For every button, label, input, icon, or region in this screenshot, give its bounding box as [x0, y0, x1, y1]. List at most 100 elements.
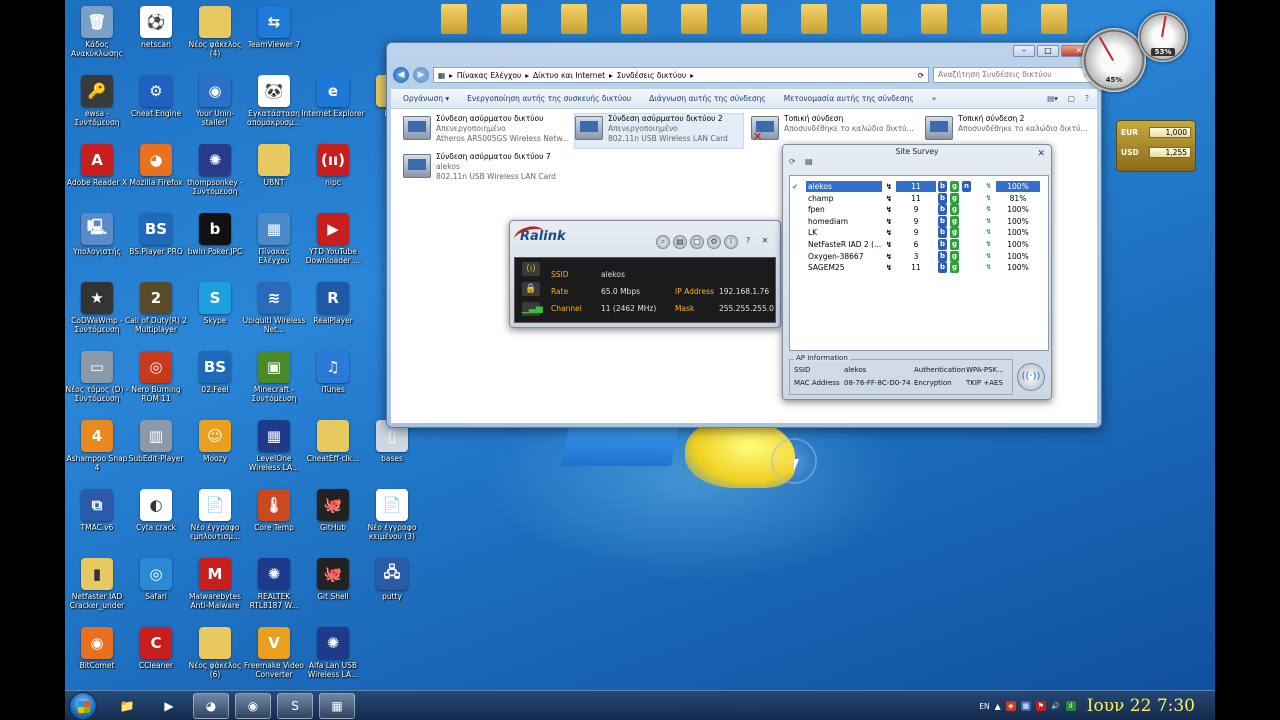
wireless-tray-icon[interactable]: ıl — [1065, 701, 1076, 711]
folder-icon[interactable] — [561, 4, 587, 34]
desktop-icon[interactable]: 📄 Νέο έγγραφο εμπλουτισμ... — [183, 485, 247, 551]
volume-icon[interactable]: 🔊 — [1051, 701, 1061, 711]
desktop-icon[interactable]: ⧉ TMAC v6 — [65, 485, 129, 551]
desktop-icon[interactable]: ◉ Your Unin-staller! — [183, 71, 247, 137]
refresh-icon[interactable]: ⟳ — [789, 157, 801, 168]
ralink-utility-window[interactable]: Ralink ⌕ ▤ ▢ ⚙ i ? ✕ (ı) 🔒 ▁▃▅ SSID alek… — [509, 220, 781, 328]
desktop-icon[interactable]: 🗑 Κάδος Ανακύκλωσης — [65, 2, 129, 68]
desktop-icon[interactable]: e Internet Explorer — [301, 71, 365, 137]
taskbar-firefox-button[interactable]: ◕ — [193, 693, 229, 719]
language-indicator[interactable]: EN — [979, 702, 989, 711]
address-bar[interactable]: ▦ ▸ Πίνακας Ελέγχου ▸ Δίκτυο και Interne… — [433, 67, 929, 83]
folder-icon[interactable] — [441, 4, 467, 34]
desktop-icon[interactable]: ✺ thompsonkey - Συντόμευση — [183, 140, 247, 206]
network-row[interactable]: ✔ alekos ↯ 11 b g n ↯ 100% — [790, 181, 1048, 192]
desktop-icon[interactable]: 🐙 Git Shell — [301, 554, 365, 620]
maximize-button[interactable]: □ — [1037, 45, 1059, 57]
desktop-icon[interactable]: b bwin Poker.JPC — [183, 209, 247, 275]
taskbar-chrome-button[interactable]: ◉ — [235, 693, 271, 719]
desktop-icon[interactable]: A Adobe Reader X — [65, 140, 129, 206]
folder-icon[interactable] — [621, 4, 647, 34]
help-icon[interactable]: ? — [1085, 94, 1089, 103]
desktop-icon[interactable]: 🔑 ewsa - Συντόμευση — [65, 71, 129, 137]
back-button[interactable]: ◀ — [393, 67, 409, 83]
clock[interactable]: Ιουν 22 7:30 — [1087, 696, 1195, 716]
taskbar-explorer-button[interactable]: 📁 — [109, 693, 145, 719]
desktop-icon[interactable]: BS 02.Feel — [183, 347, 247, 413]
desktop-icon[interactable]: M Malwarebytes Anti-Malware — [183, 554, 247, 620]
action-center-icon[interactable]: ⚑ — [1035, 701, 1046, 711]
desktop-icon[interactable]: ▮ Netfaster IAD Cracker_under — [65, 554, 129, 620]
desktop-icon[interactable]: ▶ YTD YouTube Downloader ... — [301, 209, 365, 275]
desktop-icon[interactable]: 4 Ashampoo Snap 4 — [65, 416, 129, 482]
desktop-icon[interactable]: ✺ Alfa Lan USB Wireless LA... — [301, 623, 365, 689]
desktop-icon[interactable]: ▦ LevelOne Wireless LA... — [242, 416, 306, 482]
desktop-icon[interactable]: 🐙 GitHub — [301, 485, 365, 551]
network-row[interactable]: fpen ↯ 9 b g ↯ 100% — [790, 204, 1048, 216]
preview-pane-icon[interactable]: ▢ — [1068, 94, 1075, 103]
network-row[interactable]: Oxygen-38667 ↯ 3 b g ↯ 100% — [790, 250, 1048, 262]
network-row[interactable]: LK ↯ 9 b g ↯ 100% — [790, 227, 1048, 239]
network-tray-icon[interactable]: ▦ — [1020, 701, 1031, 711]
network-row[interactable]: NetFasteR IAD 2 (... ↯ 6 b g ↯ 100% — [790, 239, 1048, 250]
taskbar-network-connections-button[interactable]: ▦ — [319, 693, 355, 719]
desktop-icon[interactable]: V Freemake Video Converter — [242, 623, 306, 689]
close-icon[interactable]: ✕ — [1037, 149, 1045, 159]
desktop-icon[interactable]: CheatEff-clk... — [301, 416, 365, 482]
desktop-icon[interactable]: ▭ Νέος τόμος (D) - Συντόμευση — [65, 347, 129, 413]
desktop-icon[interactable]: (ıı) nipc — [301, 140, 365, 206]
desktop-icon[interactable]: 🖧 putty — [360, 554, 424, 620]
folder-icon[interactable] — [681, 4, 707, 34]
search-network-button[interactable]: ⌕ — [656, 235, 670, 249]
profile-button[interactable]: ▤ — [673, 235, 687, 249]
desktop-icon[interactable]: Νέος φάκελος (6) — [183, 623, 247, 689]
desktop-icon[interactable]: R RealPlayer — [301, 278, 365, 344]
organize-menu[interactable]: Οργάνωση ▾ — [403, 94, 449, 103]
desktop-icon[interactable]: ◕ Mozilla Firefox — [124, 140, 188, 206]
start-button[interactable] — [69, 692, 97, 720]
desktop-icon[interactable]: S Skype — [183, 278, 247, 344]
show-hidden-icons[interactable]: ▲ — [995, 702, 1001, 711]
enable-device-command[interactable]: Ενεργοποίηση αυτής της συσκευής δικτύου — [467, 94, 631, 103]
connection-item[interactable]: Σύνδεση ασύρματου δικτύου 7 alekos 802.1… — [403, 152, 573, 188]
desktop-icon[interactable]: ≋ Ubiquiti Wireless Net... — [242, 278, 306, 344]
desktop-icon[interactable]: ◎ Safari — [124, 554, 188, 620]
desktop-icon[interactable]: ☺ Moozy — [183, 416, 247, 482]
folder-icon[interactable] — [741, 4, 767, 34]
desktop-icon[interactable]: ⚙ Cheat Engine — [124, 71, 188, 137]
desktop-icon[interactable]: 📄 Νέο έγγραφο κειμένου (3) — [360, 485, 424, 551]
network-button[interactable]: ▢ — [690, 235, 704, 249]
help-button[interactable]: ? — [741, 235, 755, 249]
usd-value[interactable]: 1,255 — [1149, 146, 1191, 158]
minimize-button[interactable]: – — [1013, 45, 1035, 57]
desktop-icon[interactable]: ⚽ netscan — [124, 2, 188, 68]
breadcrumb-item[interactable]: Δίκτυο και Internet — [533, 71, 605, 80]
desktop-icon[interactable]: ◉ BitComet — [65, 623, 129, 689]
desktop-icon[interactable]: ▦ Πίνακας Ελέγχου — [242, 209, 306, 275]
close-button[interactable]: ✕ — [758, 235, 772, 249]
site-survey-window[interactable]: Site Survey ✕ ⟳ ▤ ✔ alekos ↯ 11 b g n ↯ 100% cham… — [782, 144, 1052, 400]
connection-item[interactable]: Σύνδεση ασύρματου δικτύου Απενεργοποιημέ… — [403, 114, 573, 150]
search-input[interactable]: Αναζήτηση Συνδέσεις δικτύου ⌕ — [933, 67, 1093, 83]
wps-scan-button[interactable]: ((·)) — [1017, 363, 1045, 391]
folder-icon[interactable] — [981, 4, 1007, 34]
network-row[interactable]: SAGEM25 ↯ 11 b g ↯ 100% — [790, 262, 1048, 274]
folder-icon[interactable] — [861, 4, 887, 34]
view-options-icon[interactable]: ▤▾ — [1047, 94, 1058, 103]
network-row[interactable]: champ ↯ 11 b g ↯ 81% — [790, 192, 1048, 204]
desktop-icon[interactable]: 🖳 Υπολογιστής — [65, 209, 129, 275]
desktop-icon[interactable]: Νέος φάκελος (4) — [183, 2, 247, 68]
desktop-icon[interactable]: 🐼 Εγκατάσταση απομακρυσμ... — [242, 71, 306, 137]
list-icon[interactable]: ▤ — [805, 157, 817, 168]
desktop-icon[interactable]: ◎ Nero Burning ROM 11 — [124, 347, 188, 413]
eur-value[interactable]: 1,000 — [1149, 126, 1191, 138]
rename-command[interactable]: Μετονομασία αυτής της σύνδεσης — [784, 94, 914, 103]
desktop-icon[interactable]: UBNT — [242, 140, 306, 206]
more-commands[interactable]: » — [932, 94, 937, 103]
desktop-icon[interactable]: C CCleaner — [124, 623, 188, 689]
desktop-icon[interactable]: BS BS.Player PRO — [124, 209, 188, 275]
refresh-icon[interactable]: ⟳ — [918, 71, 928, 80]
forward-button[interactable]: ▶ — [413, 67, 429, 83]
folder-icon[interactable] — [921, 4, 947, 34]
network-row[interactable]: homediam ↯ 9 b g ↯ 100% — [790, 215, 1048, 227]
